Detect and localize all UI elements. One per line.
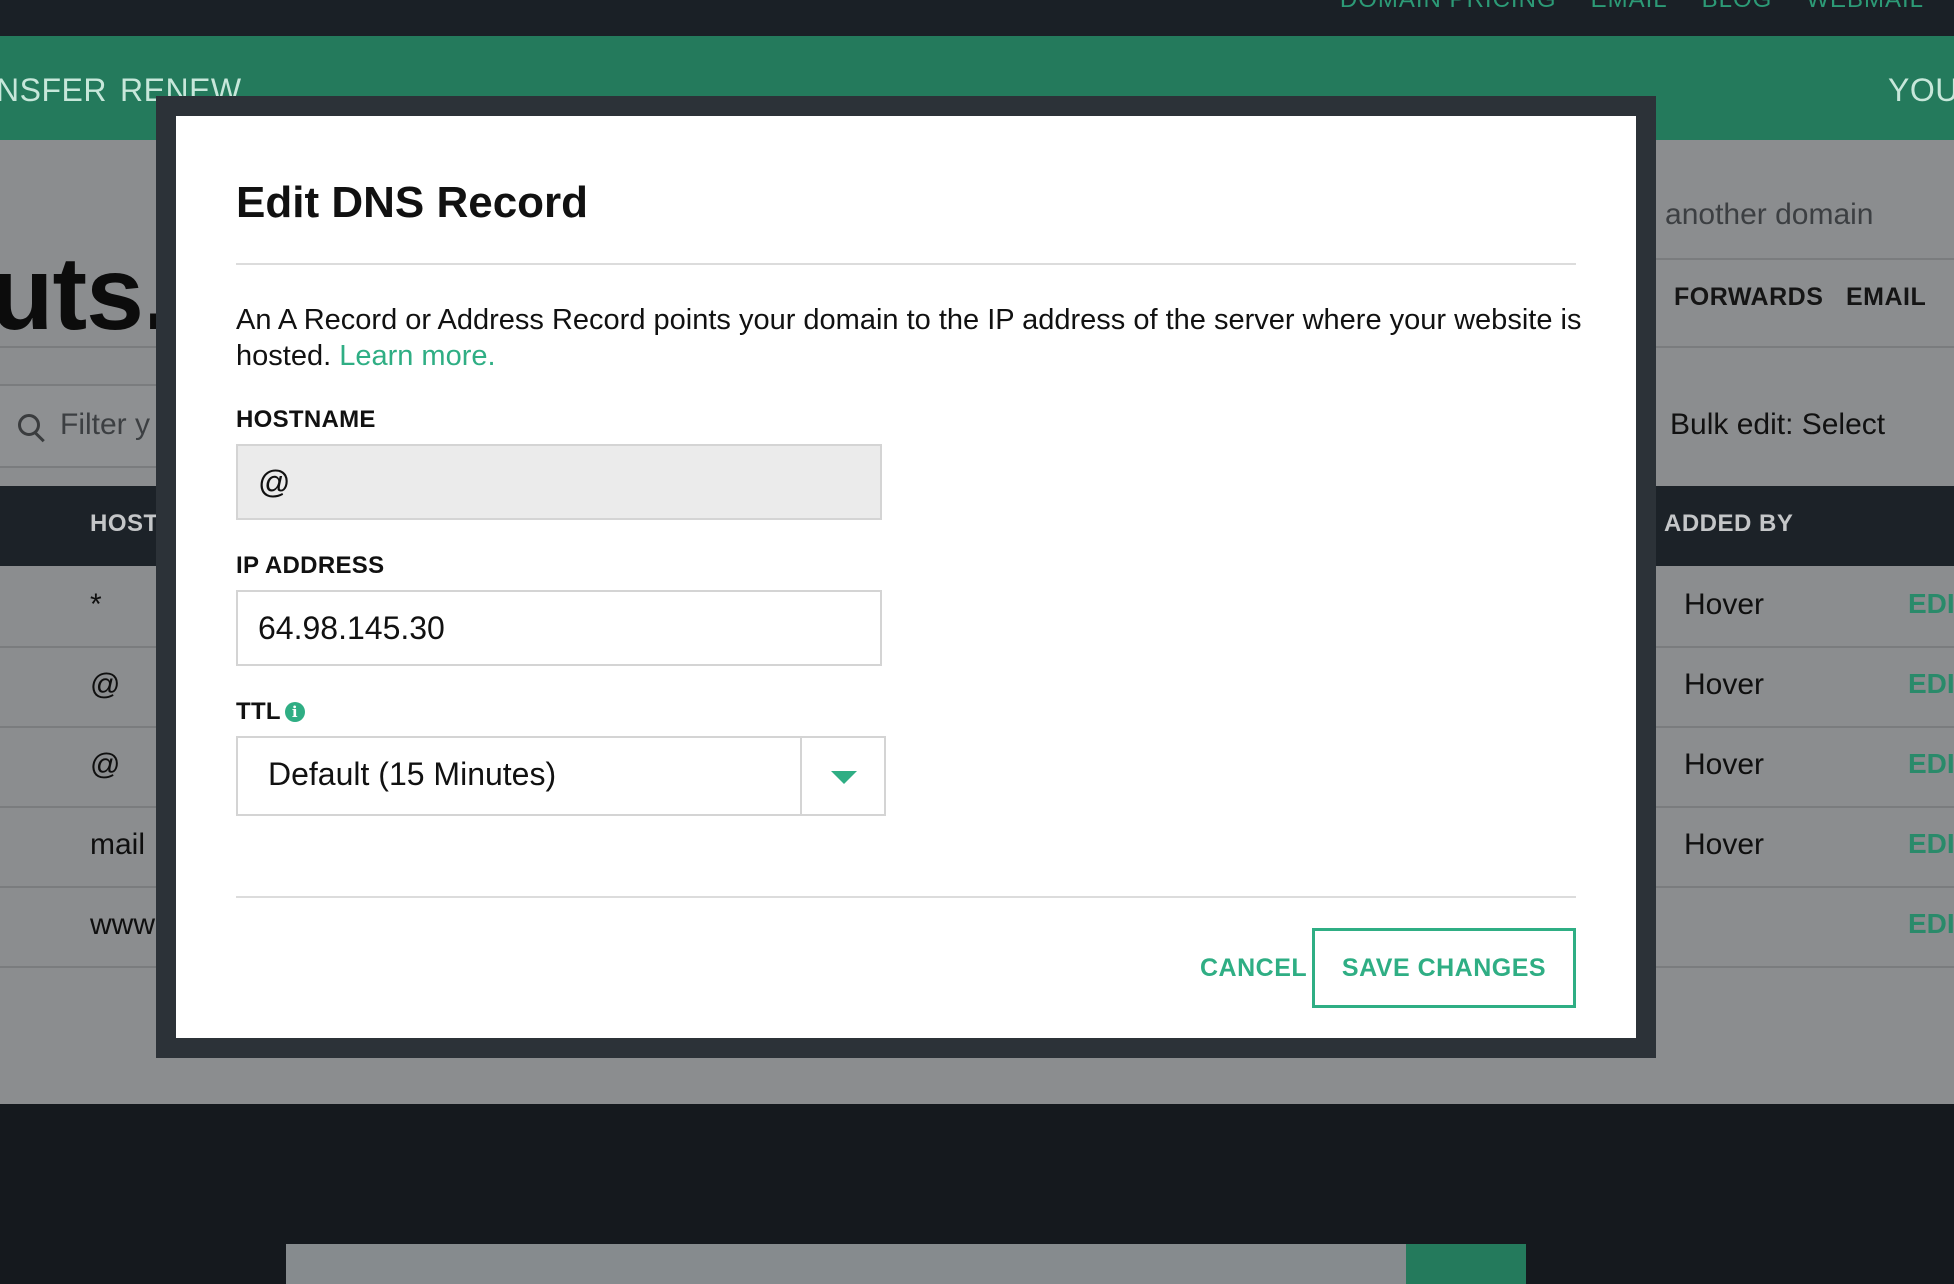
row-host: www: [90, 908, 155, 941]
nav-item-transfer[interactable]: NSFER: [0, 72, 107, 109]
info-icon[interactable]: i: [284, 702, 305, 722]
row-host: *: [90, 588, 102, 621]
row-edit-link[interactable]: EDIT: [1908, 588, 1954, 620]
top-link-blog[interactable]: BLOG: [1702, 0, 1773, 14]
row-host: @: [90, 748, 121, 781]
row-edit-link[interactable]: EDIT: [1908, 668, 1954, 700]
ip-address-field[interactable]: 64.98.145.30: [236, 590, 882, 666]
column-header-host: HOST: [90, 510, 159, 537]
ttl-select[interactable]: Default (15 Minutes): [236, 736, 886, 816]
save-changes-button[interactable]: SAVE CHANGES: [1312, 928, 1576, 1008]
ip-address-label: IP ADDRESS: [236, 552, 385, 579]
filter-placeholder: Filter y: [60, 408, 150, 441]
footer-search-button[interactable]: [1406, 1244, 1526, 1284]
row-host: mail: [90, 828, 146, 861]
ttl-label-group: TTL i: [236, 698, 305, 726]
filter-input[interactable]: Filter y: [0, 384, 162, 468]
ttl-dropdown-toggle[interactable]: [800, 738, 884, 814]
hostname-field: @: [236, 444, 882, 520]
row-edit-link[interactable]: EDIT: [1908, 908, 1954, 940]
hostname-label: HOSTNAME: [236, 406, 376, 433]
top-link-email[interactable]: EMAIL: [1591, 0, 1668, 14]
footer-search-bar: [286, 1244, 1526, 1284]
ttl-selected-value: Default (15 Minutes): [268, 756, 557, 792]
top-link-webmail[interactable]: WEBMAIL: [1806, 0, 1924, 14]
modal-footer-divider: [236, 896, 1576, 898]
learn-more-link[interactable]: Learn more.: [339, 340, 495, 372]
edit-dns-record-modal: Edit DNS Record An A Record or Address R…: [176, 116, 1636, 1038]
row-added-by: Hover: [1684, 668, 1765, 701]
divider: [1656, 258, 1954, 260]
search-icon: [18, 414, 40, 436]
chevron-down-icon: [831, 771, 857, 784]
top-links: DOMAIN PRICING EMAIL BLOG WEBMAIL: [1340, 0, 1924, 14]
bulk-edit-select[interactable]: Bulk edit: Select: [1670, 408, 1885, 442]
tab-forwards[interactable]: FORWARDS: [1674, 283, 1823, 312]
row-edit-link[interactable]: EDIT: [1908, 828, 1954, 860]
top-link-domain-pricing[interactable]: DOMAIN PRICING: [1340, 0, 1557, 14]
column-header-added-by: ADDED BY: [1664, 510, 1794, 537]
top-bar: DOMAIN PRICING EMAIL BLOG WEBMAIL: [0, 0, 1954, 36]
row-added-by: Hover: [1684, 588, 1765, 621]
cancel-button[interactable]: CANCEL: [1200, 954, 1307, 983]
modal-title: Edit DNS Record: [236, 178, 589, 227]
tab-email[interactable]: EMAIL: [1846, 283, 1926, 312]
row-host: @: [90, 668, 121, 701]
modal-description: An A Record or Address Record points you…: [236, 302, 1586, 374]
row-added-by: Hover: [1684, 748, 1765, 781]
ttl-label: TTL: [236, 698, 281, 725]
nav-item-your-account[interactable]: YOU: [1888, 72, 1954, 109]
row-added-by: Hover: [1684, 828, 1765, 861]
row-edit-link[interactable]: EDIT: [1908, 748, 1954, 780]
modal-divider: [236, 263, 1576, 265]
domain-switch-input[interactable]: o another domain: [1640, 198, 1874, 232]
